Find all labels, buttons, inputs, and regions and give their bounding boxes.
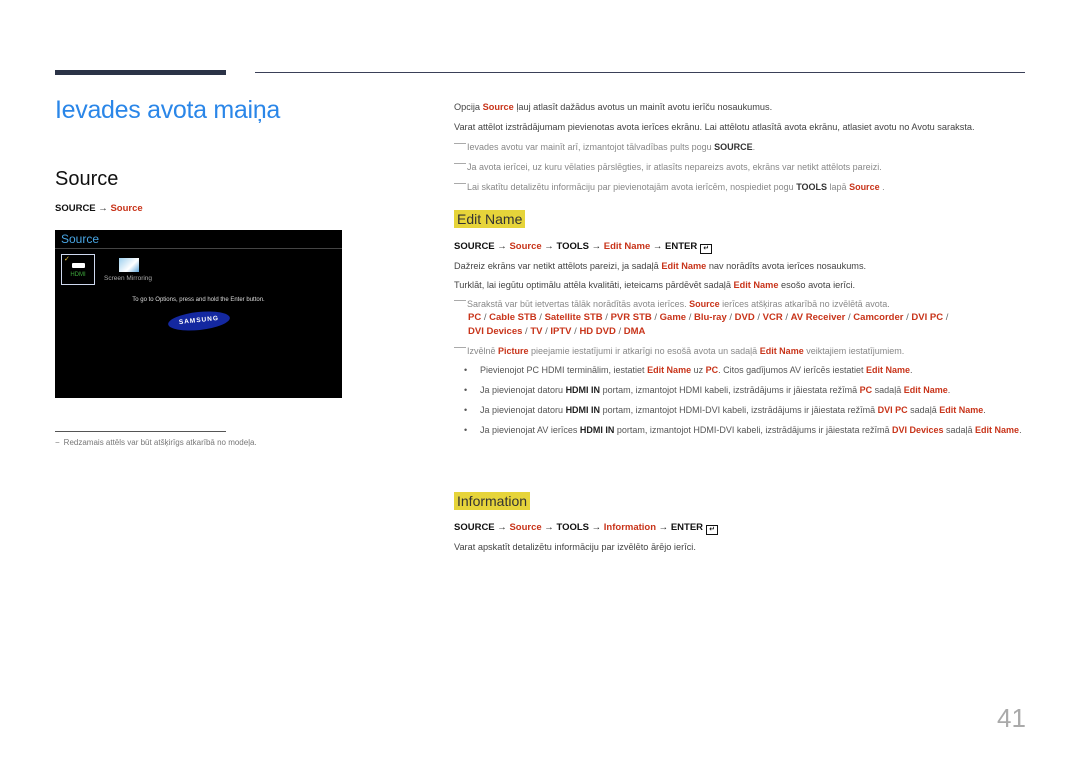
edit-name-block: SOURCE → Source → TOOLS → Edit Name → EN… — [454, 241, 1029, 443]
device-item: Cable STB — [489, 312, 537, 323]
device-item: VCR — [762, 312, 783, 323]
note-icon — [454, 163, 466, 164]
information-p1: Varat apskatīt detalizētu informāciju pa… — [454, 542, 696, 552]
device-item: TV — [530, 326, 543, 337]
separator: / — [726, 312, 735, 323]
bullet-item: • Ja pievienojat AV ierīces HDMI IN porta… — [464, 425, 1022, 435]
edit-name-p2: Turklāt, lai iegūtu optimālu attēla kval… — [454, 280, 856, 290]
tv-hdmi-label: HDMI — [70, 272, 86, 278]
tv-hint: To go to Options, press and hold the Ent… — [132, 297, 265, 303]
tv-hdmi-tile: ✓ HDMI — [61, 254, 95, 285]
screen-mirroring-icon — [119, 258, 139, 272]
note: Lai skatītu detalizētu informāciju par p… — [454, 181, 1029, 194]
footnote-rule — [55, 431, 226, 432]
information-block: SOURCE → Source → TOOLS → Information → … — [454, 522, 1029, 554]
device-item: AV Receiver — [790, 312, 846, 323]
device-list: PC / Cable STB / Satellite STB / PVR STB… — [454, 311, 1029, 339]
note: Ievades avotu var mainīt arī, izmantojot… — [454, 141, 1029, 154]
separator: / — [615, 326, 624, 337]
page-title: Ievades avota maiņa — [55, 96, 281, 124]
menu-path-information: SOURCE → Source → TOOLS → Information → … — [454, 522, 1029, 535]
tv-source-title: Source — [61, 232, 100, 246]
header-rule — [255, 72, 1025, 73]
edit-name-heading: Edit Name — [454, 210, 526, 228]
note: Ja avota ierīcei, uz kuru vēlaties pārsl… — [454, 161, 1029, 174]
menu-path-edit-name: SOURCE → Source → TOOLS → Edit Name → EN… — [454, 241, 1029, 254]
page-number: 41 — [997, 703, 1026, 733]
bullet-item: • Ja pievienojat datoru HDMI IN portam, i… — [464, 385, 951, 395]
separator: / — [754, 312, 763, 323]
separator: / — [602, 312, 611, 323]
note-icon — [454, 183, 466, 184]
separator: / — [782, 312, 791, 323]
bullet-icon: • — [464, 405, 468, 415]
menu-path-source: SOURCE → Source — [55, 203, 143, 214]
note-icon — [454, 143, 466, 144]
intro-p1: Opcija Source ļauj atlasīt dažādus avotu… — [454, 102, 773, 112]
bullet-icon: • — [464, 365, 468, 375]
device-item: Blu-ray — [694, 312, 727, 323]
separator: / — [651, 312, 660, 323]
section-title: Source — [55, 168, 119, 190]
note-icon — [454, 347, 466, 348]
tv-mirror-label: Screen Mirroring — [104, 275, 153, 282]
header-bar-thick — [55, 70, 226, 75]
device-item: IPTV — [550, 326, 572, 337]
edit-name-p1: Dažreiz ekrāns var netikt attēlots parei… — [454, 261, 867, 271]
device-item: HD DVD — [579, 326, 616, 337]
device-item: DMA — [623, 326, 646, 337]
device-item: DVI PC — [911, 312, 944, 323]
check-icon: ✓ — [64, 256, 70, 263]
device-item: Game — [659, 312, 687, 323]
enter-icon: ↵ — [700, 244, 713, 254]
separator: / — [536, 312, 545, 323]
separator: / — [943, 312, 949, 323]
separator: / — [686, 312, 694, 323]
intro-block: Opcija Source ļauj atlasīt dažādus avotu… — [454, 101, 1029, 194]
note: Sarakstā var būt ietvertas tālāk norādīt… — [454, 298, 1029, 311]
bullet-item: • Ja pievienojat datoru HDMI IN portam, i… — [464, 405, 986, 415]
information-heading: Information — [454, 492, 531, 510]
bullet-list: • Pievienojot PC HDMI terminālim, iestati… — [454, 363, 1029, 437]
tv-divider — [55, 248, 342, 249]
hdmi-port-icon — [72, 263, 85, 268]
device-item: DVD — [734, 312, 755, 323]
bullet-item: • Pievienojot PC HDMI terminālim, iestati… — [464, 365, 913, 375]
device-item: Satellite STB — [544, 312, 603, 323]
device-item: PVR STB — [610, 312, 652, 323]
device-item: Camcorder — [853, 312, 904, 323]
enter-icon: ↵ — [706, 525, 719, 535]
source-screen-image: Source ✓ HDMI Screen Mirroring To go to … — [55, 230, 342, 398]
bullet-icon: • — [464, 385, 468, 395]
note-icon — [454, 300, 466, 301]
intro-p2: Varat attēlot izstrādājumam pievienotas … — [454, 122, 975, 132]
bullet-icon: • — [464, 425, 468, 435]
device-item: PC — [468, 312, 482, 323]
separator: / — [481, 312, 490, 323]
footnote: − Redzamais attēls var būt atšķirīgs atka… — [55, 438, 257, 447]
samsung-logo: SAMSUNG — [167, 308, 231, 334]
device-item: DVI Devices — [468, 326, 523, 337]
note: Izvēlnē Picture pieejamie iestatījumi ir… — [454, 345, 1029, 358]
